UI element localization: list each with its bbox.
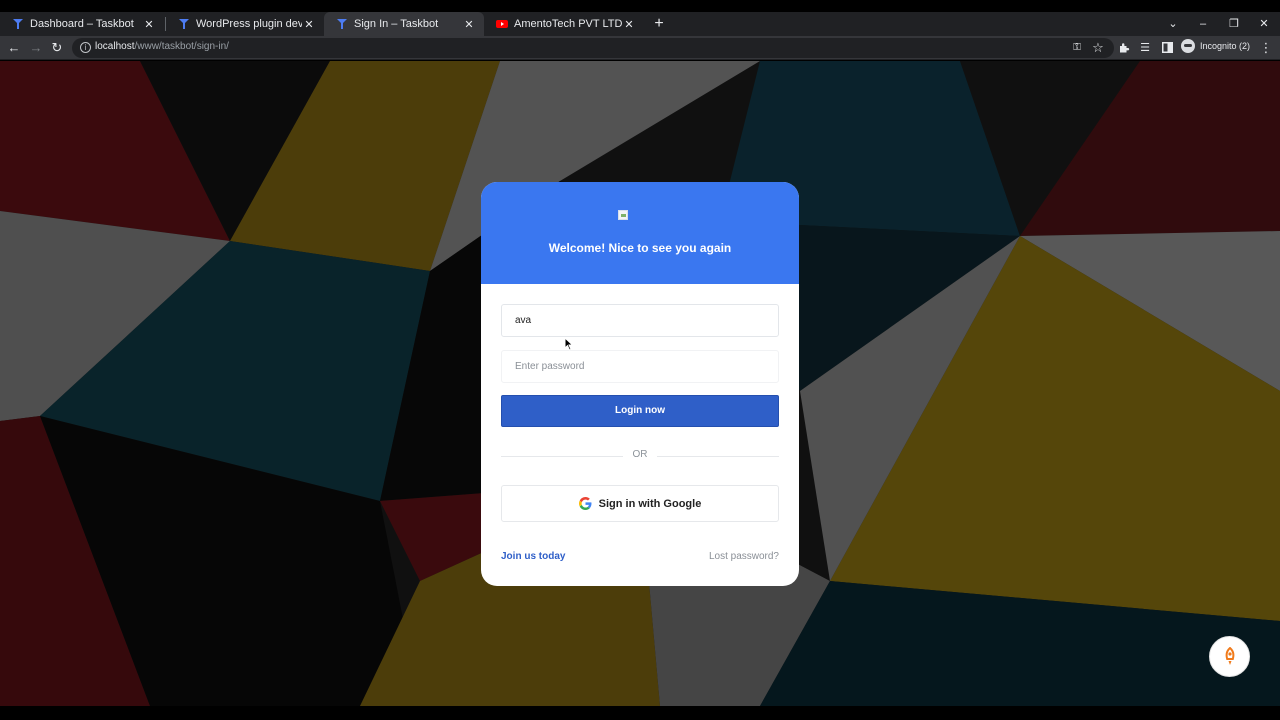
tab-title: Dashboard – Taskbot [30,18,134,30]
incognito-label: Incognito (2) [1200,41,1251,51]
password-input[interactable] [501,350,779,383]
or-label: OR [632,449,648,460]
taskbot-favicon-icon [179,19,189,29]
close-window-icon[interactable]: ✕ [1254,14,1274,34]
incognito-icon [1181,39,1195,53]
address-bar[interactable]: i localhost/www/taskbot/sign-in/ ⚿ ☆ [72,38,1114,58]
google-sign-in-button[interactable]: Sign in with Google [501,485,779,522]
tab-search-icon[interactable]: ⌄ [1163,14,1183,34]
google-button-label: Sign in with Google [598,497,702,510]
address-url: localhost/www/taskbot/sign-in/ [95,41,229,52]
welcome-heading: Welcome! Nice to see you again [548,241,732,255]
bookmark-star-icon[interactable]: ☆ [1088,38,1108,58]
tab-youtube[interactable]: AmentoTech PVT LTD - YouTube ✕ [484,12,644,36]
tab-close-icon[interactable]: ✕ [622,18,636,31]
bottom-letterbox [0,706,1280,720]
side-panel-icon[interactable] [1157,38,1177,58]
tab-wordpress-plugin[interactable]: WordPress plugin developmet fo ✕ [166,12,324,36]
rocket-icon [1225,646,1234,665]
tab-dashboard[interactable]: Dashboard – Taskbot ✕ [0,12,164,36]
taskbot-favicon-icon [337,19,347,29]
tab-close-icon[interactable]: ✕ [142,18,156,31]
url-host: localhost [95,41,135,52]
reload-icon[interactable]: ↻ [47,38,67,58]
floating-support-button[interactable] [1209,636,1250,677]
key-icon[interactable]: ⚿ [1067,38,1087,58]
tab-title: WordPress plugin developmet fo [196,18,302,30]
lost-password-link[interactable]: Lost password? [709,551,779,562]
youtube-favicon-icon [496,20,508,28]
incognito-indicator[interactable]: Incognito (2) [1181,39,1250,53]
mouse-cursor-icon [564,337,574,351]
taskbot-favicon-icon [13,19,23,29]
back-arrow-icon[interactable]: ← [4,38,24,58]
tab-close-icon[interactable]: ✕ [462,18,476,31]
tab-title: Sign In – Taskbot [354,18,439,30]
login-button[interactable]: Login now [501,395,779,427]
new-tab-button[interactable]: + [650,14,668,34]
extensions-puzzle-icon[interactable] [1114,38,1134,58]
browser-toolbar: ← → ↻ i localhost/www/taskbot/sign-in/ ⚿… [0,36,1280,60]
broken-logo-image-icon [618,210,628,220]
browser-tabstrip: Dashboard – Taskbot ✕ WordPress plugin d… [0,0,1280,36]
join-us-link[interactable]: Join us today [501,551,565,562]
tab-sign-in[interactable]: Sign In – Taskbot ✕ [324,12,484,36]
reading-list-icon[interactable]: ☰ [1135,38,1155,58]
login-card-header: Welcome! Nice to see you again [481,182,799,284]
login-card: Welcome! Nice to see you again Login now… [481,182,799,586]
tab-close-icon[interactable]: ✕ [302,18,316,31]
forward-arrow-icon[interactable]: → [26,38,46,58]
google-g-icon [578,497,592,510]
site-info-icon[interactable]: i [80,42,91,53]
minimize-icon[interactable]: – [1193,14,1213,34]
restore-icon[interactable]: ❐ [1224,14,1244,34]
tab-title: AmentoTech PVT LTD - YouTube [514,18,622,30]
url-path: /www/taskbot/sign-in/ [134,41,229,52]
username-input[interactable] [501,304,779,337]
or-divider: OR [501,449,779,463]
page-viewport: Welcome! Nice to see you again Login now… [0,61,1280,706]
menu-kebab-icon[interactable]: ⋮ [1256,38,1276,58]
